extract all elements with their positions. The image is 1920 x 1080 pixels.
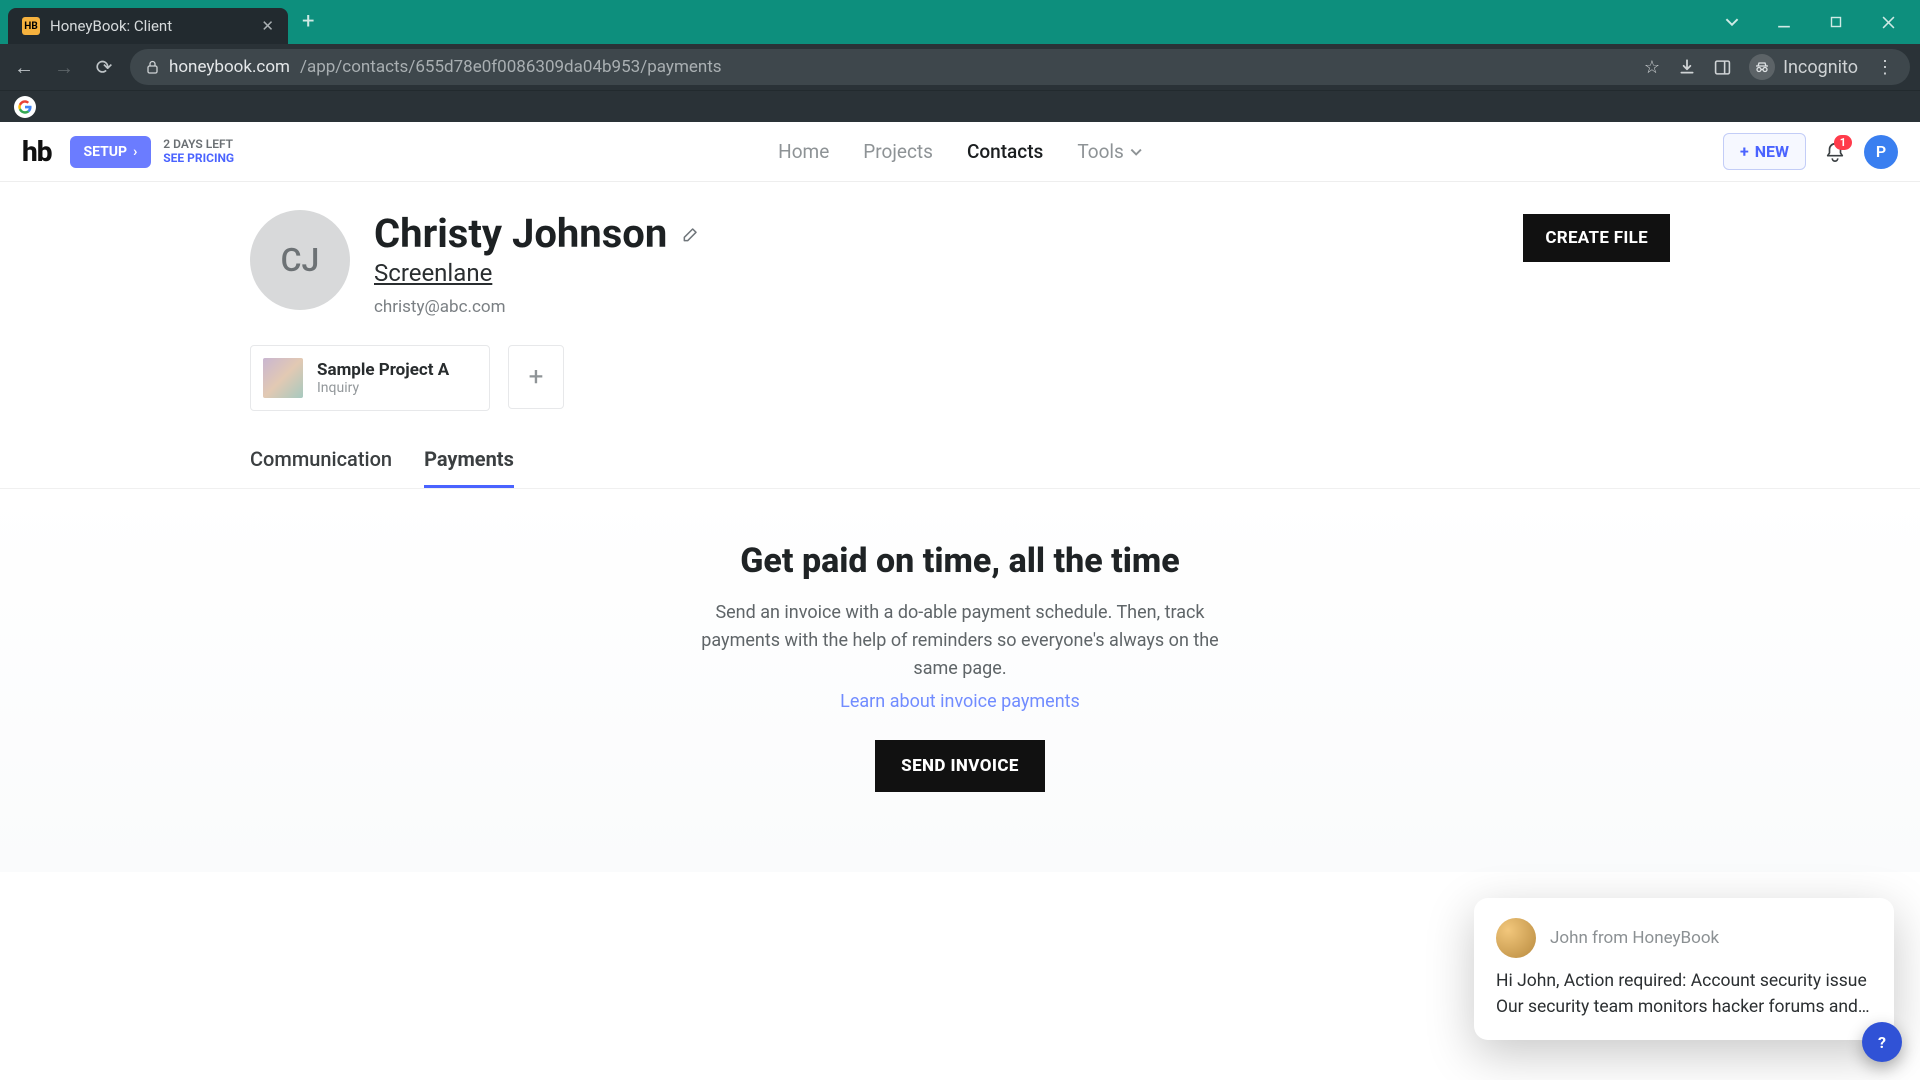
contact-tabs: Communication Payments xyxy=(0,447,1920,489)
notification-badge: 1 xyxy=(1834,135,1852,150)
project-thumbnail xyxy=(263,358,303,398)
account-avatar[interactable]: P xyxy=(1864,135,1898,169)
contact-header: CJ Christy Johnson Screenlane christy@ab… xyxy=(250,210,1670,317)
nav-home[interactable]: Home xyxy=(778,140,829,163)
chevron-down-icon xyxy=(1130,146,1142,158)
address-bar[interactable]: honeybook.com/app/contacts/655d78e0f0086… xyxy=(130,49,1910,85)
contact-avatar: CJ xyxy=(250,210,350,310)
notifications-button[interactable]: 1 xyxy=(1824,141,1846,163)
url-host: honeybook.com xyxy=(169,57,290,77)
url-path: /app/contacts/655d78e0f0086309da04b953/p… xyxy=(300,57,722,77)
primary-nav: Home Projects Contacts Tools xyxy=(778,140,1142,163)
app-topnav: hb SETUP › 2 DAYS LEFT SEE PRICING Home … xyxy=(0,122,1920,182)
nav-projects[interactable]: Projects xyxy=(863,140,933,163)
edit-contact-icon[interactable] xyxy=(681,224,701,244)
nav-contacts[interactable]: Contacts xyxy=(967,140,1043,163)
browser-tab-bar: HB HoneyBook: Client ✕ + xyxy=(0,0,1920,44)
browser-chrome: HB HoneyBook: Client ✕ + ← → ⟳ honeybook… xyxy=(0,0,1920,122)
chevron-right-icon: › xyxy=(133,144,137,160)
chat-avatar-icon xyxy=(1496,918,1536,958)
contact-email: christy@abc.com xyxy=(374,297,701,317)
trial-days-left: 2 DAYS LEFT xyxy=(163,138,234,152)
bookmark-star-icon[interactable]: ☆ xyxy=(1644,57,1660,78)
contact-company-link[interactable]: Screenlane xyxy=(374,259,492,287)
nav-tools-label: Tools xyxy=(1077,140,1124,163)
incognito-icon xyxy=(1749,54,1775,80)
setup-label: SETUP xyxy=(84,144,128,160)
incognito-indicator[interactable]: Incognito xyxy=(1749,54,1858,80)
create-file-button[interactable]: CREATE FILE xyxy=(1523,214,1670,262)
chat-message-line2: Our security team monitors hacker forums… xyxy=(1496,994,1872,1020)
bookmarks-bar xyxy=(0,90,1920,122)
reload-button[interactable]: ⟳ xyxy=(90,55,118,79)
project-title: Sample Project A xyxy=(317,360,449,380)
downloads-icon[interactable] xyxy=(1678,58,1696,76)
browser-tab[interactable]: HB HoneyBook: Client ✕ xyxy=(8,8,288,44)
close-tab-icon[interactable]: ✕ xyxy=(261,17,274,35)
window-maximize-icon[interactable] xyxy=(1812,6,1860,38)
empty-body: Send an invoice with a do-able payment s… xyxy=(680,599,1240,683)
project-status: Inquiry xyxy=(317,380,449,396)
new-button[interactable]: + NEW xyxy=(1723,133,1806,170)
window-controls xyxy=(1708,0,1912,44)
chat-message-line1: Hi John, Action required: Account securi… xyxy=(1496,968,1872,994)
send-invoice-button[interactable]: SEND INVOICE xyxy=(875,740,1045,792)
tab-title: HoneyBook: Client xyxy=(50,17,172,35)
nav-tools[interactable]: Tools xyxy=(1077,140,1142,163)
learn-invoice-link[interactable]: Learn about invoice payments xyxy=(840,691,1080,712)
project-card[interactable]: Sample Project A Inquiry xyxy=(250,345,490,411)
trial-info: 2 DAYS LEFT SEE PRICING xyxy=(163,138,234,166)
favicon-icon: HB xyxy=(22,17,40,35)
see-pricing-link[interactable]: SEE PRICING xyxy=(163,152,234,166)
project-list: Sample Project A Inquiry + xyxy=(250,345,1670,411)
lock-icon xyxy=(146,60,159,74)
chat-popup[interactable]: John from HoneyBook Hi John, Action requ… xyxy=(1474,898,1894,1041)
forward-button[interactable]: → xyxy=(50,55,78,80)
contact-name: Christy Johnson xyxy=(374,210,667,257)
panel-icon[interactable] xyxy=(1714,59,1731,76)
window-minimize-icon[interactable] xyxy=(1760,6,1808,38)
add-project-button[interactable]: + xyxy=(508,345,564,409)
window-close-icon[interactable] xyxy=(1864,6,1912,38)
back-button[interactable]: ← xyxy=(10,55,38,80)
chat-sender: John from HoneyBook xyxy=(1550,928,1719,948)
tab-communication[interactable]: Communication xyxy=(250,447,392,488)
honeybook-logo[interactable]: hb xyxy=(22,135,52,168)
url-bar-actions: ☆ Incognito ⋮ xyxy=(1644,54,1894,80)
incognito-label: Incognito xyxy=(1783,57,1858,78)
plus-icon: + xyxy=(1740,142,1749,161)
browser-toolbar: ← → ⟳ honeybook.com/app/contacts/655d78e… xyxy=(0,44,1920,90)
chevron-down-icon[interactable] xyxy=(1708,6,1756,38)
nav-right: + NEW 1 P xyxy=(1723,133,1898,170)
google-shortcut-icon[interactable] xyxy=(14,96,36,118)
browser-menu-icon[interactable]: ⋮ xyxy=(1876,57,1894,78)
contact-info: Christy Johnson Screenlane christy@abc.c… xyxy=(374,210,701,317)
tab-payments[interactable]: Payments xyxy=(424,447,514,488)
setup-button[interactable]: SETUP › xyxy=(70,136,152,168)
new-tab-button[interactable]: + xyxy=(288,5,328,44)
empty-heading: Get paid on time, all the time xyxy=(0,541,1920,581)
new-button-label: NEW xyxy=(1755,142,1789,161)
help-fab-button[interactable]: ? xyxy=(1862,1022,1902,1062)
payments-empty-state: Get paid on time, all the time Send an i… xyxy=(0,489,1920,872)
contact-page: CREATE FILE CJ Christy Johnson Screenlan… xyxy=(0,182,1920,872)
